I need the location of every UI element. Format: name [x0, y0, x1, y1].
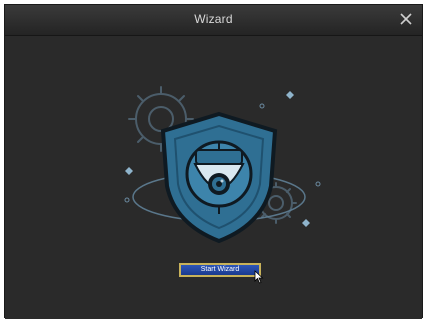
start-wizard-button[interactable]: Start Wizard — [179, 263, 261, 277]
mouse-cursor-icon — [254, 270, 264, 284]
wizard-window: Wizard Start Wizard — [4, 4, 423, 319]
title-bar: Wizard — [5, 5, 422, 36]
close-icon[interactable] — [396, 9, 416, 29]
wizard-content: Start Wizard — [5, 36, 422, 319]
window-title: Wizard — [194, 12, 233, 26]
